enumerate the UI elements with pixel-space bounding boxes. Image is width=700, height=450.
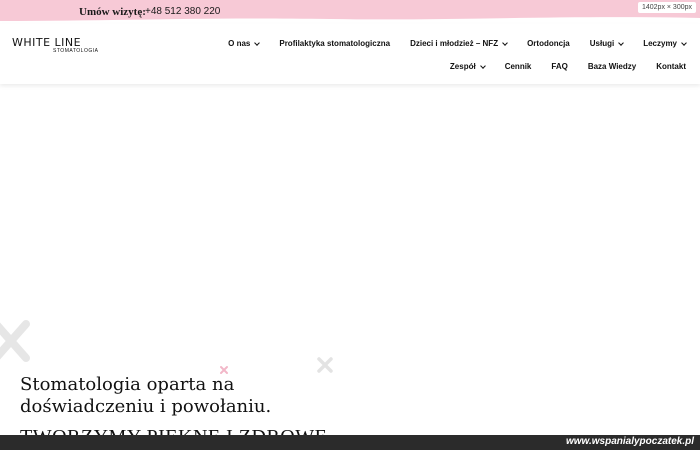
main-nav-row-1: O nas Profilaktyka stomatologiczna Dziec… bbox=[208, 39, 687, 48]
nav-item-zespol[interactable]: Zespół bbox=[449, 62, 486, 71]
nav-item-label: Cennik bbox=[504, 62, 532, 71]
nav-item-uslugi[interactable]: Usługi bbox=[589, 39, 625, 48]
nav-item-label: Dzieci i młodzież – NFZ bbox=[410, 39, 499, 48]
watermark-text: www.wspanialypoczatek.pl bbox=[566, 436, 694, 447]
hero-title-line-1: Stomatologia oparta na bbox=[20, 374, 235, 395]
nav-item-o-nas[interactable]: O nas bbox=[228, 39, 261, 48]
nav-item-label: Ortodoncja bbox=[527, 39, 570, 48]
dimension-badge: 1402px × 300px bbox=[637, 2, 696, 13]
logo-link[interactable]: WHITE LINE STOMATOLOGIA bbox=[12, 36, 98, 54]
nav-item-profilaktyka[interactable]: Profilaktyka stomatologiczna bbox=[279, 39, 390, 48]
chevron-down-icon bbox=[681, 39, 687, 46]
nav-item-dzieci-nfz[interactable]: Dzieci i młodzież – NFZ bbox=[410, 39, 508, 48]
nav-item-label: Profilaktyka stomatologiczna bbox=[279, 39, 391, 48]
hero-title-line-2: doświadczeniu i powołaniu. bbox=[20, 396, 272, 417]
nav-item-label: Kontakt bbox=[656, 62, 686, 71]
site-header: WHITE LINE STOMATOLOGIA O nas Profilakty… bbox=[0, 24, 700, 84]
phone-number-link[interactable]: +48 512 380 220 bbox=[145, 6, 220, 17]
nav-item-label: Zespół bbox=[449, 62, 476, 71]
hero-title: Stomatologia oparta na doświadczeniu i p… bbox=[20, 374, 360, 418]
nav-item-label: O nas bbox=[228, 39, 251, 48]
nav-item-label: Baza Wiedzy bbox=[587, 62, 637, 71]
nav-item-baza-wiedzy[interactable]: Baza Wiedzy bbox=[588, 62, 636, 71]
chevron-down-icon bbox=[479, 62, 486, 69]
nav-item-leczymy[interactable]: Leczymy bbox=[643, 39, 687, 48]
watermark-bar: www.wspanialypoczatek.pl bbox=[0, 435, 700, 450]
nav-item-label: Leczymy bbox=[643, 39, 677, 48]
nav-item-label: FAQ bbox=[551, 62, 568, 71]
nav-item-faq[interactable]: FAQ bbox=[551, 62, 567, 71]
nav-item-cennik[interactable]: Cennik bbox=[505, 62, 532, 71]
logo-sub-text: STOMATOLOGIA bbox=[53, 48, 99, 54]
nav-item-label: Usługi bbox=[589, 39, 615, 48]
nav-item-ortodoncja[interactable]: Ortodoncja bbox=[527, 39, 570, 48]
chevron-down-icon bbox=[254, 39, 261, 46]
chevron-down-icon bbox=[618, 39, 625, 46]
appointment-label: Umów wizytę: bbox=[79, 6, 146, 18]
chevron-down-icon bbox=[502, 39, 508, 46]
decorative-cross-icon bbox=[317, 357, 333, 373]
nav-item-kontakt[interactable]: Kontakt bbox=[656, 62, 686, 71]
top-bar: Umów wizytę: +48 512 380 220 1402px × 30… bbox=[0, 0, 700, 24]
decorative-cross-icon bbox=[0, 320, 30, 362]
main-nav-row-2: Zespół Cennik FAQ Baza Wiedzy Kontakt bbox=[430, 62, 686, 71]
